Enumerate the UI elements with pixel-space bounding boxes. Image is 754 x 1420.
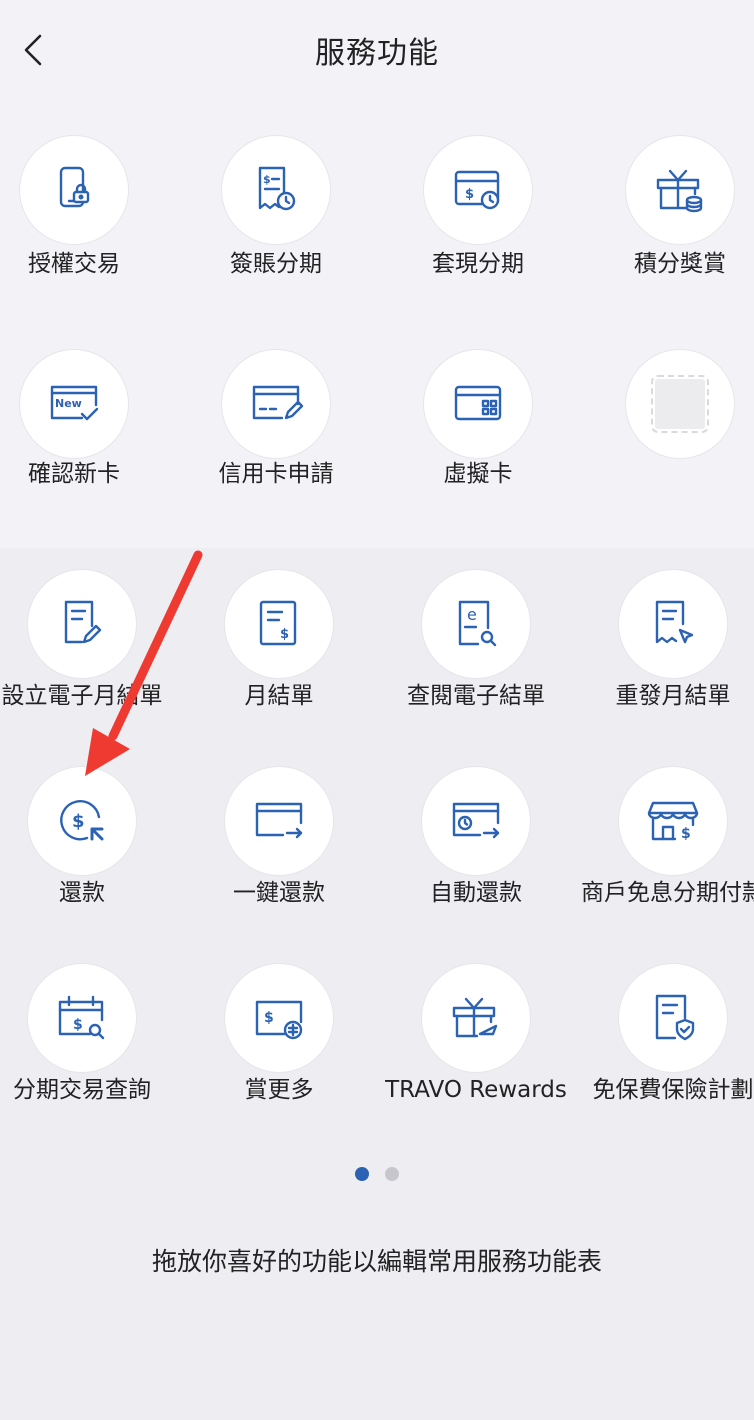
- svg-text:$: $: [72, 811, 85, 832]
- svg-text:e: e: [467, 605, 477, 624]
- card-clock-arrow-icon: [452, 802, 500, 839]
- service-label: 重發月結單: [615, 683, 731, 709]
- service-icon-button[interactable]: [619, 964, 727, 1072]
- service-icon-button[interactable]: [626, 350, 734, 458]
- receipt-clock-icon: $: [258, 166, 296, 211]
- header: 服務功能: [0, 0, 754, 100]
- service-icon-button[interactable]: $: [225, 964, 333, 1072]
- service-icon-button[interactable]: [626, 136, 734, 244]
- service-icon-button[interactable]: [222, 350, 330, 458]
- service-icon-button[interactable]: $: [619, 767, 727, 875]
- service-label: 分期交易查詢: [13, 1077, 151, 1103]
- new-card-check-icon: New: [50, 385, 99, 421]
- card-dollar-clock-icon: $: [454, 170, 500, 210]
- service-label: 商戶免息分期付款: [581, 880, 754, 906]
- service-icon-button[interactable]: $: [28, 767, 136, 875]
- page-dot-1[interactable]: [355, 1167, 369, 1181]
- doc-pen-icon: [64, 600, 102, 644]
- service-label: 免保費保險計劃: [592, 1077, 754, 1103]
- svg-text:$: $: [263, 173, 271, 186]
- card-pen-icon: [252, 385, 304, 420]
- service-icon-button[interactable]: [619, 570, 727, 678]
- service-icon-button[interactable]: [422, 964, 530, 1072]
- service-icon-button[interactable]: $: [225, 570, 333, 678]
- page-indicator: [0, 1166, 754, 1185]
- service-icon-button[interactable]: [225, 767, 333, 875]
- drag-hint: 拖放你喜好的功能以編輯常用服務功能表: [151, 1247, 602, 1276]
- doc-shield-icon: [655, 994, 695, 1041]
- card-arrow-icon: [255, 802, 303, 839]
- shop-dollar-icon: $: [647, 801, 699, 842]
- svg-text:New: New: [55, 397, 82, 410]
- empty-slot-icon: [651, 375, 709, 433]
- service-label: 套現分期: [432, 251, 524, 277]
- gift-coins-icon: [656, 169, 703, 213]
- service-label: 賞更多: [244, 1077, 314, 1103]
- doc-e-search-icon: e: [458, 600, 497, 647]
- svg-text:$: $: [465, 187, 474, 202]
- service-label: 設立電子月結單: [1, 683, 163, 709]
- service-label: 虛擬卡: [443, 461, 513, 487]
- svg-text:$: $: [264, 1010, 274, 1026]
- service-icon-button[interactable]: $: [28, 964, 136, 1072]
- service-label: 積分獎賞: [634, 251, 726, 277]
- service-label: 簽賬分期: [230, 251, 322, 277]
- phone-lock-icon: [59, 166, 90, 208]
- service-label: 一鍵還款: [233, 880, 325, 906]
- card-qr-icon: [454, 385, 502, 421]
- service-icon-button[interactable]: [20, 136, 128, 244]
- service-label: 信用卡申請: [218, 461, 334, 487]
- svg-text:$: $: [73, 1017, 83, 1033]
- service-label: TRAVO Rewards: [385, 1077, 567, 1103]
- service-label: 授權交易: [28, 251, 120, 277]
- service-icon-button[interactable]: [422, 767, 530, 875]
- receipt-cursor-icon: [655, 600, 694, 644]
- service-label: 查閱電子結單: [407, 683, 545, 709]
- service-icon-button[interactable]: $: [222, 136, 330, 244]
- svg-text:$: $: [280, 627, 289, 642]
- service-icon-button[interactable]: e: [422, 570, 530, 678]
- svg-text:$: $: [681, 826, 691, 842]
- card-reward-icon: $: [255, 1000, 303, 1040]
- page-dot-2[interactable]: [385, 1167, 399, 1181]
- service-icon-button[interactable]: [424, 350, 532, 458]
- gift-plane-icon: [452, 997, 498, 1038]
- calendar-dollar-search-icon: $: [58, 995, 105, 1040]
- service-label: 確認新卡: [28, 461, 120, 487]
- service-label: 還款: [59, 880, 105, 906]
- service-label: 自動還款: [430, 880, 522, 906]
- page-title: 服務功能: [315, 36, 439, 71]
- service-icon-button[interactable]: [28, 570, 136, 678]
- service-label: 月結單: [244, 683, 314, 709]
- service-icon-button[interactable]: New: [20, 350, 128, 458]
- dollar-circle-cursor-icon: $: [60, 800, 104, 841]
- doc-dollar-icon: $: [259, 600, 297, 646]
- service-icon-button[interactable]: $: [424, 136, 532, 244]
